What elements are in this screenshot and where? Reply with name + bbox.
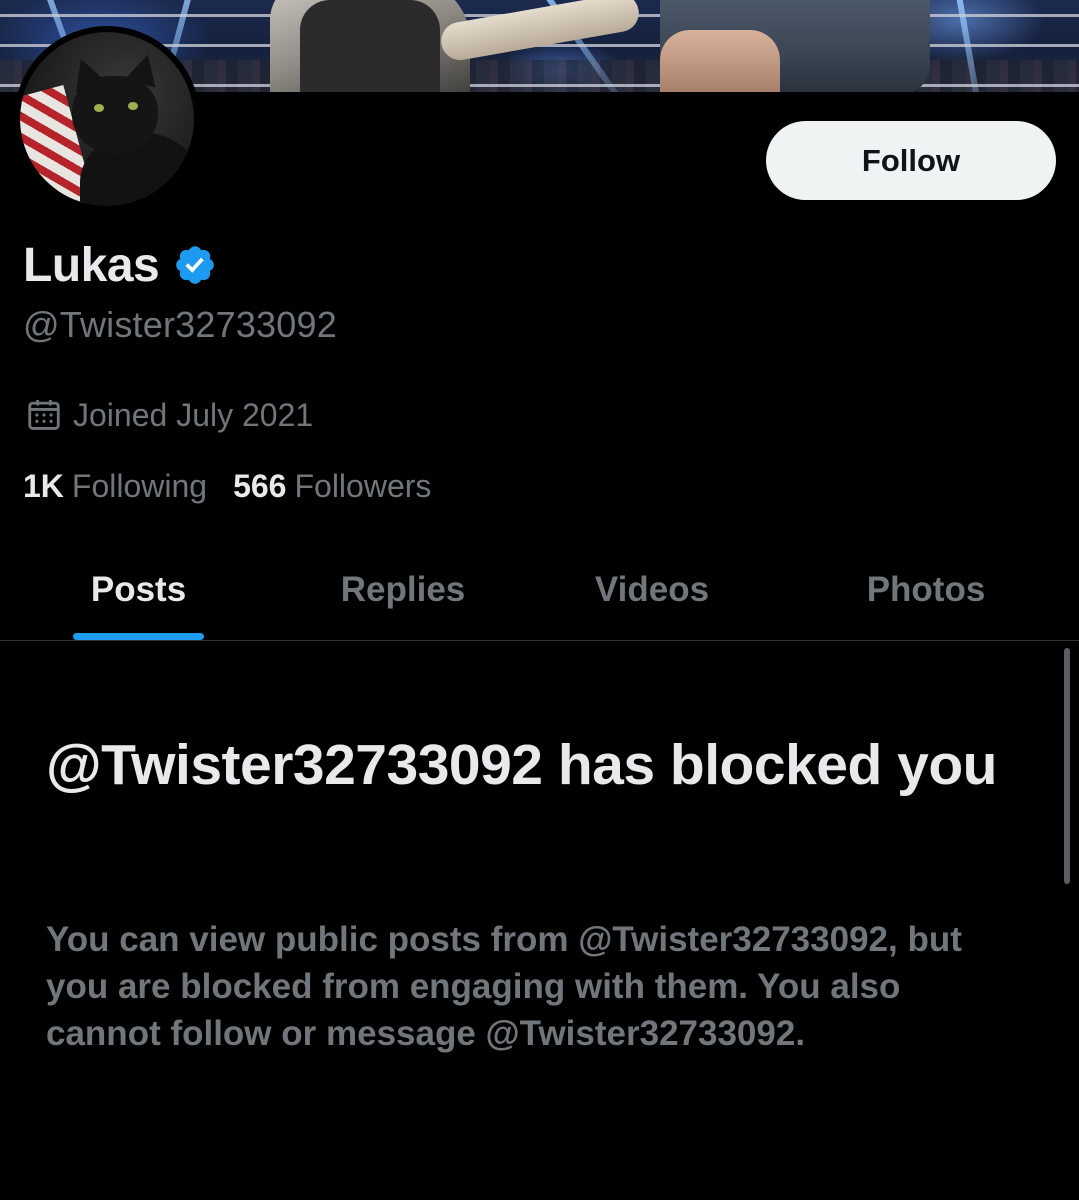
followers-count: 566 [233, 468, 287, 504]
display-name-row: Lukas [23, 234, 217, 296]
joined-date-row: Joined July 2021 [25, 392, 313, 438]
verified-badge-icon[interactable] [173, 243, 217, 287]
joined-date: Joined July 2021 [73, 396, 314, 433]
follow-button[interactable]: Follow [766, 121, 1056, 200]
banner-figure-skin [660, 30, 780, 92]
banner-figure-vest [300, 0, 440, 92]
tab-videos[interactable]: Videos [570, 540, 734, 640]
blocked-notice-title: @Twister32733092 has blocked you [46, 733, 997, 797]
calendar-icon [28, 399, 60, 430]
following-link[interactable]: 1K Following [23, 468, 207, 505]
profile-handle: @Twister32733092 [23, 304, 337, 345]
tab-replies[interactable]: Replies [318, 540, 488, 640]
tab-posts[interactable]: Posts [60, 540, 217, 640]
avatar-cat-eye [94, 104, 104, 112]
followers-label: Followers [294, 468, 432, 504]
blocked-notice-description: You can view public posts from @Twister3… [46, 920, 962, 1053]
scrollbar[interactable] [1064, 648, 1070, 884]
avatar-cat-head [72, 76, 158, 154]
profile-tabs: Posts Replies Videos Photos [0, 540, 1079, 641]
display-name: Lukas [23, 238, 160, 292]
profile-avatar[interactable] [14, 26, 200, 212]
tab-photos[interactable]: Photos [843, 540, 1009, 640]
following-label: Following [71, 468, 208, 504]
banner-figure-arm [438, 0, 642, 64]
following-count: 1K [23, 468, 64, 504]
follow-stats: 1K Following 566 Followers [23, 468, 457, 505]
avatar-cat-eye [128, 102, 138, 110]
active-tab-indicator [73, 633, 204, 640]
avatar-photo [20, 32, 194, 206]
followers-link[interactable]: 566 Followers [233, 468, 431, 505]
